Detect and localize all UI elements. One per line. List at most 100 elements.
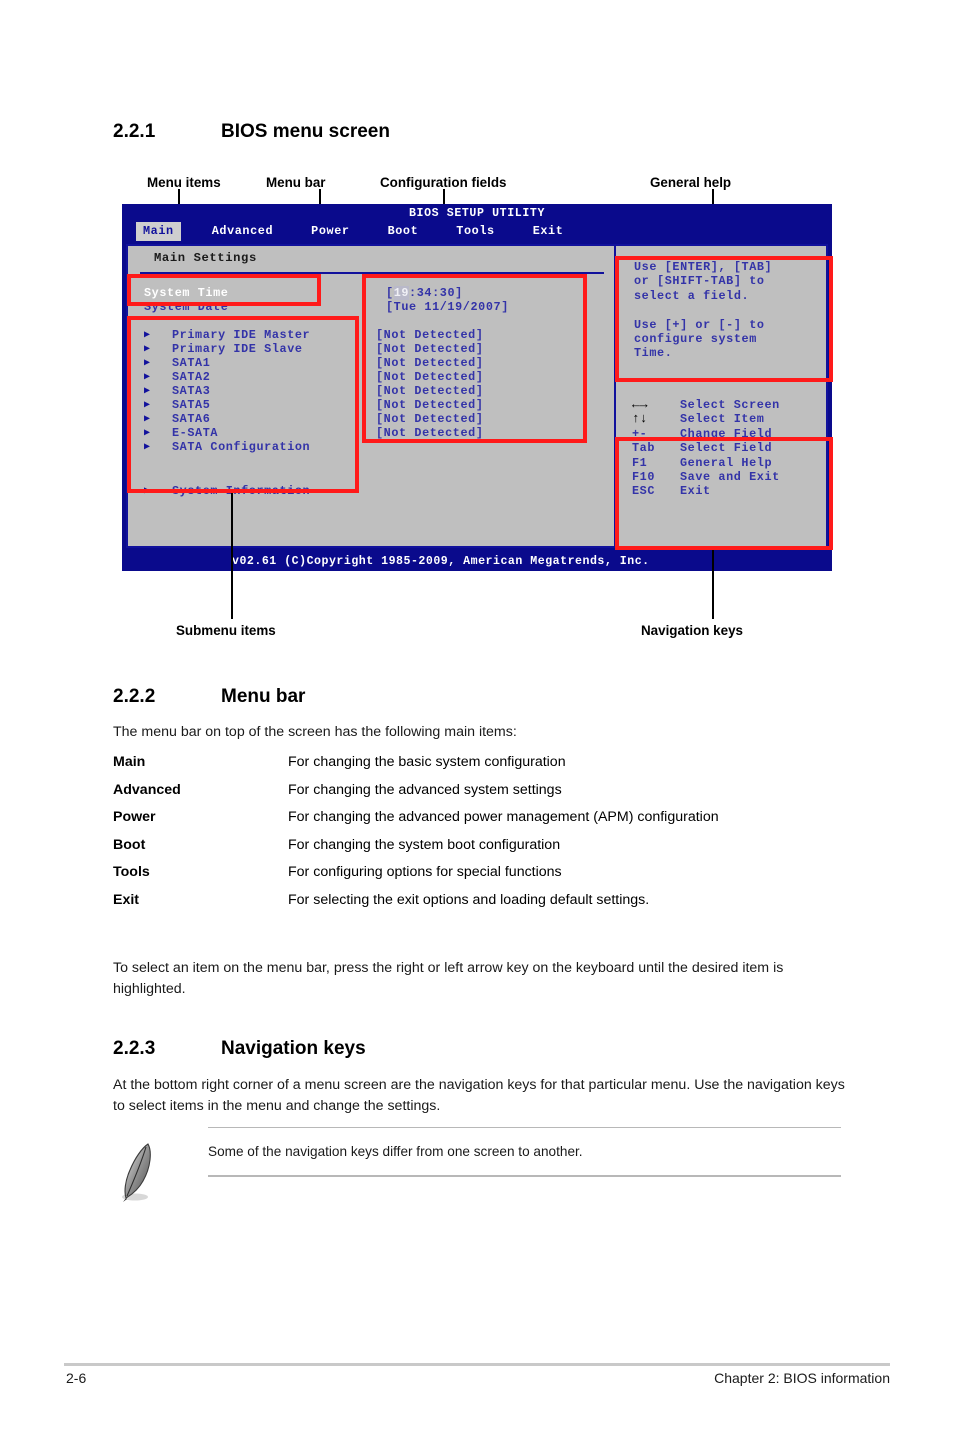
term-tools: Tools bbox=[113, 864, 150, 880]
submenu-arrow-icon: ▶ bbox=[144, 330, 151, 341]
bios-copyright-footer: v02.61 (C)Copyright 1985-2009, American … bbox=[122, 552, 832, 571]
bios-row-value-primary-ide-master: [Not Detected] bbox=[376, 328, 484, 342]
callout-menu-items: Menu items bbox=[147, 175, 221, 190]
bios-row-label-sata2[interactable]: SATA2 bbox=[172, 370, 210, 384]
bios-tab-exit[interactable]: Exit bbox=[526, 222, 571, 241]
note-text: Some of the navigation keys differ from … bbox=[208, 1144, 583, 1160]
submenu-arrow-icon: ▶ bbox=[144, 372, 151, 383]
bios-row-value-esata: [Not Detected] bbox=[376, 426, 484, 440]
submenu-arrow-icon: ▶ bbox=[144, 386, 151, 397]
nav-desc-general-help: General Help bbox=[680, 455, 773, 470]
bios-title: BIOS SETUP UTILITY bbox=[408, 207, 546, 220]
menu-bar-intro: The menu bar on top of the screen has th… bbox=[113, 724, 517, 740]
desc-tools: For configuring options for special func… bbox=[288, 864, 562, 880]
bios-tab-advanced[interactable]: Advanced bbox=[205, 222, 280, 241]
bios-row-label-sata-configuration[interactable]: SATA Configuration bbox=[172, 440, 310, 454]
callout-navigation-keys: Navigation keys bbox=[641, 623, 743, 638]
bios-screen: BIOS SETUP UTILITY Main Advanced Power B… bbox=[122, 204, 832, 571]
nav-key-plus-minus: +- bbox=[632, 426, 648, 441]
nav-row-select-screen: ←→ Select Screen bbox=[632, 397, 780, 412]
bios-row-value-sata6: [Not Detected] bbox=[376, 412, 484, 426]
menu-bar-outro: To select an item on the menu bar, press… bbox=[113, 960, 784, 997]
nav-desc-select-field: Select Field bbox=[680, 441, 773, 456]
callout-submenu-items: Submenu items bbox=[176, 623, 276, 638]
bios-menu-bar[interactable]: Main Advanced Power Boot Tools Exit bbox=[122, 222, 832, 241]
heading-2-2-3-title: Navigation keys bbox=[221, 1038, 366, 1059]
definition-row: Tools For configuring options for specia… bbox=[113, 864, 873, 880]
bios-tab-main[interactable]: Main bbox=[136, 222, 181, 241]
definition-row: Power For changing the advanced power ma… bbox=[113, 809, 873, 825]
nav-key-f10: F10 bbox=[632, 469, 656, 484]
heading-2-2-1-number: 2.2.1 bbox=[113, 121, 156, 142]
nav-row-change-field: +- Change Field bbox=[632, 427, 780, 441]
heading-2-2-2-number: 2.2.2 bbox=[113, 686, 156, 707]
bios-row-label-sata1[interactable]: SATA1 bbox=[172, 356, 210, 370]
heading-2-2-2: 2.2.2 Menu bar bbox=[113, 686, 305, 708]
bios-row-label-sata6[interactable]: SATA6 bbox=[172, 412, 210, 426]
callout-configuration-fields: Configuration fields bbox=[380, 175, 507, 190]
bios-row-value-sata2: [Not Detected] bbox=[376, 370, 484, 384]
submenu-arrow-icon: ▶ bbox=[144, 358, 151, 369]
bios-row-label-sata3[interactable]: SATA3 bbox=[172, 384, 210, 398]
heading-2-2-1: 2.2.1 BIOS menu screen bbox=[113, 121, 390, 143]
bios-row-value-system-time[interactable]: [19:34:30] bbox=[386, 286, 463, 300]
bios-row-value-sata1: [Not Detected] bbox=[376, 356, 484, 370]
bios-row-label-system-information[interactable]: System Information bbox=[172, 484, 310, 498]
definition-row: Exit For selecting the exit options and … bbox=[113, 892, 873, 908]
nav-row-exit: ESC Exit bbox=[632, 484, 780, 498]
submenu-arrow-icon: ▶ bbox=[144, 428, 151, 439]
nav-row-select-field: Tab Select Field bbox=[632, 441, 780, 455]
term-main: Main bbox=[113, 754, 146, 770]
bios-value-hour-highlight[interactable]: 19 bbox=[393, 286, 410, 300]
bios-row-value-primary-ide-slave: [Not Detected] bbox=[376, 342, 484, 356]
navigation-keys-body: At the bottom right corner of a menu scr… bbox=[113, 1077, 845, 1114]
nav-key-tab: Tab bbox=[632, 441, 656, 456]
nav-desc-change-field: Change Field bbox=[680, 426, 773, 441]
leader-submenu-items bbox=[231, 493, 233, 619]
bios-general-help-text: Use [ENTER], [TAB] or [SHIFT-TAB] to sel… bbox=[634, 260, 773, 361]
submenu-arrow-icon: ▶ bbox=[144, 400, 151, 411]
document-page: 2.2.1 BIOS menu screen Menu items Menu ba… bbox=[0, 0, 954, 1438]
term-exit: Exit bbox=[113, 891, 140, 908]
bios-row-label-system-time[interactable]: System Time bbox=[144, 286, 228, 300]
submenu-arrow-icon: ▶ bbox=[144, 344, 151, 355]
bios-tab-boot[interactable]: Boot bbox=[381, 222, 426, 241]
nav-desc-select-screen: Select Screen bbox=[680, 398, 780, 412]
bios-settings-pane: Main Settings System Time System Date ▶ … bbox=[128, 246, 616, 546]
footer-chapter: Chapter 2: BIOS information bbox=[714, 1370, 890, 1386]
footer-page-number: 2-6 bbox=[66, 1370, 87, 1386]
submenu-arrow-icon: ▶ bbox=[144, 442, 151, 453]
note-box: Some of the navigation keys differ from … bbox=[113, 1127, 841, 1208]
nav-desc-select-item: Select Item bbox=[680, 412, 765, 427]
footer-divider bbox=[64, 1363, 890, 1366]
bios-row-value-sata5: [Not Detected] bbox=[376, 398, 484, 412]
desc-power: For changing the advanced power manageme… bbox=[288, 809, 719, 825]
bios-navigation-keys: ←→ Select Screen ↑↓ Select Item +- Chang… bbox=[632, 397, 780, 499]
bios-value-bracket-open: [ bbox=[386, 286, 394, 300]
bios-help-pane: Use [ENTER], [TAB] or [SHIFT-TAB] to sel… bbox=[618, 246, 826, 546]
bios-row-label-sata5[interactable]: SATA5 bbox=[172, 398, 210, 412]
left-right-arrow-icon: ←→ bbox=[632, 397, 648, 412]
up-down-arrow-icon: ↑↓ bbox=[632, 411, 648, 427]
definition-row: Main For changing the basic system confi… bbox=[113, 754, 873, 770]
bios-row-label-esata[interactable]: E-SATA bbox=[172, 426, 218, 440]
heading-2-2-1-title: BIOS menu screen bbox=[221, 121, 390, 142]
bios-row-value-system-date[interactable]: [Tue 11/19/2007] bbox=[386, 300, 509, 314]
heading-2-2-3-number: 2.2.3 bbox=[113, 1038, 156, 1059]
bios-tab-tools[interactable]: Tools bbox=[449, 222, 501, 241]
bios-tab-power[interactable]: Power bbox=[304, 222, 356, 241]
nav-desc-exit: Exit bbox=[680, 484, 711, 499]
callout-menu-bar: Menu bar bbox=[266, 175, 326, 190]
nav-key-esc: ESC bbox=[632, 484, 656, 499]
definition-row: Boot For changing the system boot config… bbox=[113, 837, 873, 853]
submenu-arrow-icon: ▶ bbox=[144, 486, 151, 497]
bios-row-label-primary-ide-slave[interactable]: Primary IDE Slave bbox=[172, 342, 303, 356]
bios-divider bbox=[140, 272, 604, 274]
term-advanced: Advanced bbox=[113, 781, 181, 798]
bios-row-label-system-date[interactable]: System Date bbox=[144, 300, 228, 314]
note-pencil-icon bbox=[113, 1143, 159, 1207]
term-power: Power bbox=[113, 809, 156, 825]
definition-row: Advanced For changing the advanced syste… bbox=[113, 782, 873, 798]
menu-bar-definition-list: Main For changing the basic system confi… bbox=[113, 754, 873, 919]
bios-row-label-primary-ide-master[interactable]: Primary IDE Master bbox=[172, 328, 310, 342]
